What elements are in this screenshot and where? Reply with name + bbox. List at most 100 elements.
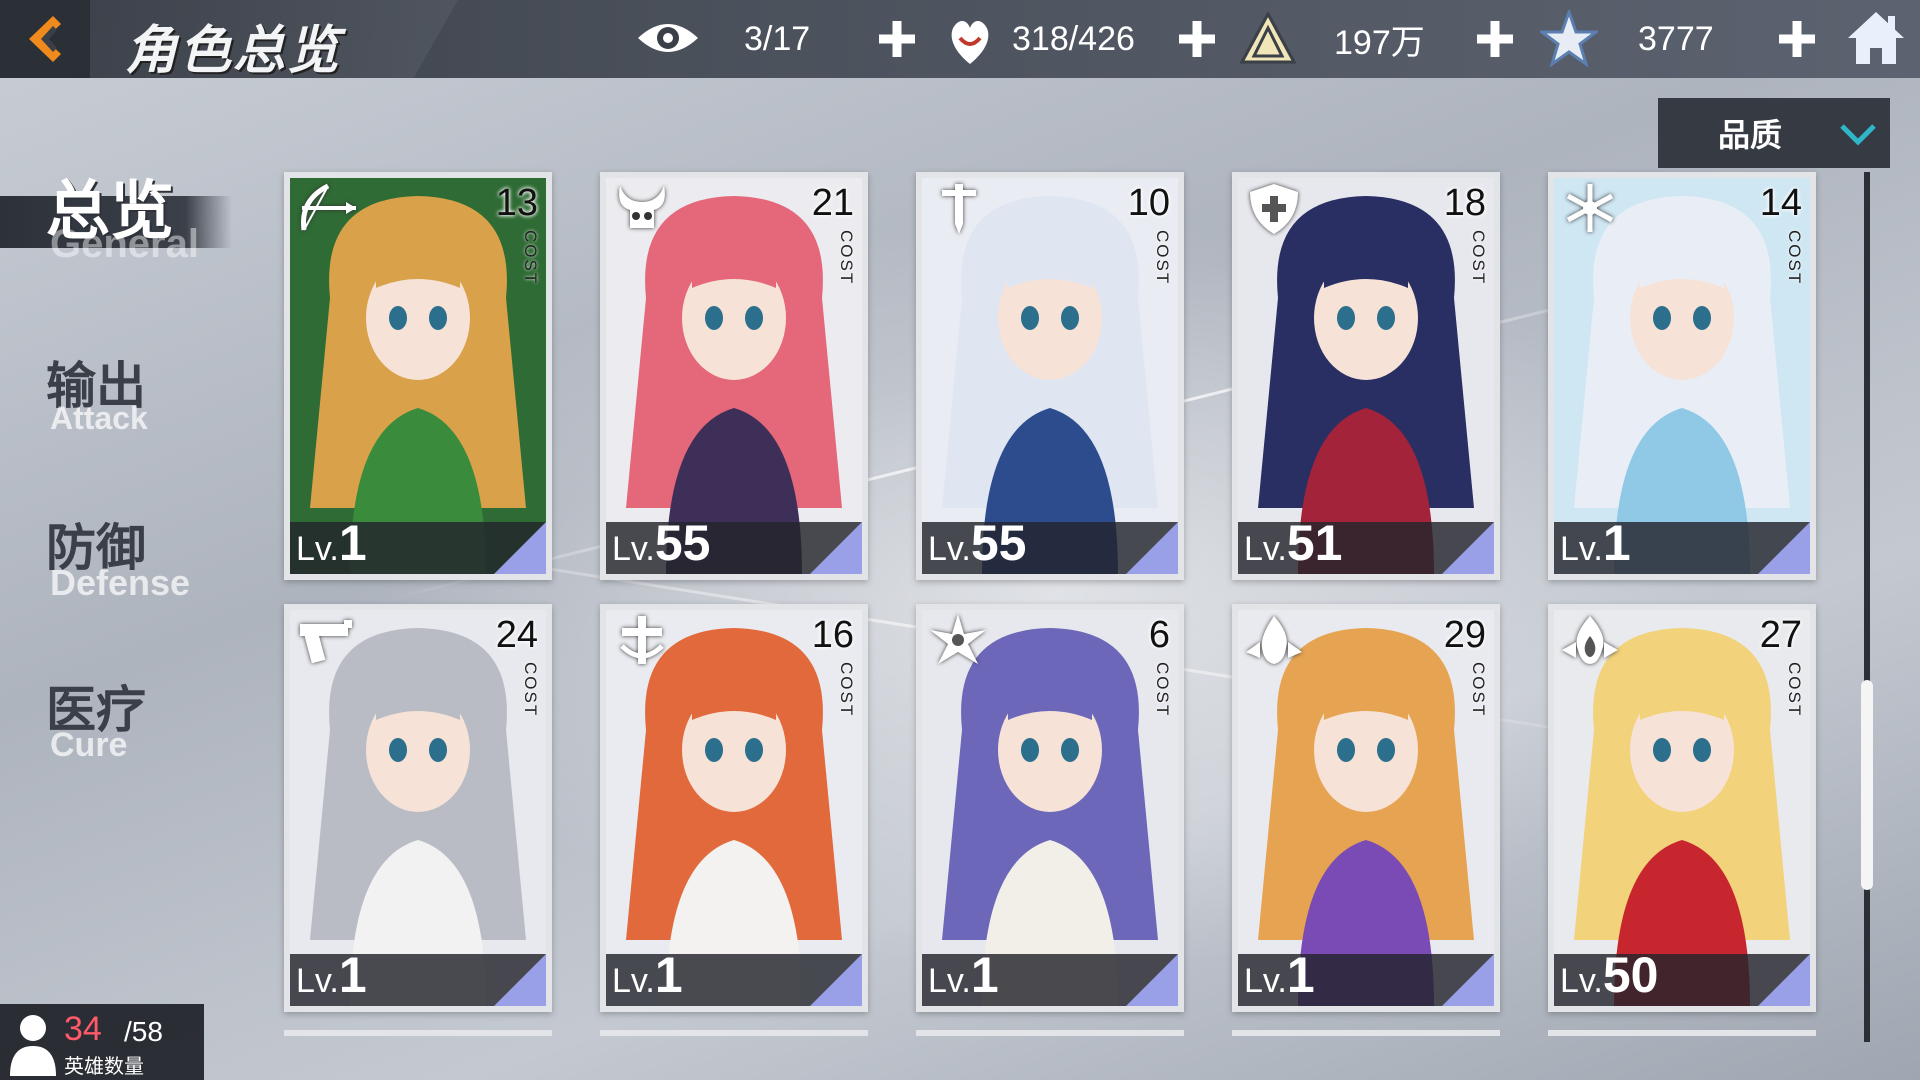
nav-item-attack[interactable]: 输出 Attack (0, 340, 200, 440)
card-rarity-corner (810, 954, 862, 1006)
add-gold-button[interactable] (1470, 14, 1520, 64)
character-card[interactable]: 29 COST Lv.1 (1232, 604, 1500, 1012)
card-level-prefix: Lv. (612, 530, 655, 568)
sort-dropdown-label: 品质 (1718, 116, 1783, 154)
character-card[interactable]: 10 COST Lv.55 (916, 172, 1184, 580)
card-cost-label: COST (1469, 230, 1488, 286)
nav-item-cure[interactable]: 医疗 Cure (0, 664, 200, 764)
card-level-value: 51 (1286, 515, 1343, 571)
back-button[interactable] (0, 0, 90, 78)
card-cost-value: 24 (495, 614, 538, 656)
scrollbar-track[interactable] (1864, 172, 1870, 1042)
card-level-value: 55 (970, 515, 1027, 571)
card-cost-label: COST (1153, 662, 1172, 718)
page-title: 角色总览 (125, 20, 342, 81)
home-icon[interactable] (1846, 8, 1906, 68)
snowflake-icon (1566, 184, 1614, 232)
card-rarity-corner (1758, 522, 1810, 574)
card-rarity-corner (810, 522, 862, 574)
card-cost-value: 13 (495, 182, 538, 224)
card-cost-value: 16 (811, 614, 854, 656)
card-level: Lv.51 (1244, 514, 1342, 572)
card-level-value: 1 (338, 515, 367, 571)
card-level-prefix: Lv. (1244, 530, 1287, 568)
card-level-prefix: Lv. (1244, 962, 1287, 1000)
gold-value: 197万 (1334, 23, 1425, 62)
card-level: Lv.55 (928, 514, 1026, 572)
card-level-value: 1 (970, 947, 999, 1003)
chevron-down-icon (1840, 124, 1876, 146)
nav-item-sublabel: Cure (50, 726, 128, 764)
vision-value: 3/17 (744, 19, 811, 58)
card-level-prefix: Lv. (1560, 530, 1603, 568)
card-cost-value: 21 (811, 182, 854, 224)
card-rarity-corner (1126, 954, 1178, 1006)
sort-dropdown[interactable]: 品质 (1658, 98, 1890, 168)
card-level-value: 1 (338, 947, 367, 1003)
card-cost-label: COST (1785, 230, 1804, 286)
shuriken-icon (930, 614, 986, 664)
add-gems-button[interactable] (1772, 14, 1822, 64)
character-card[interactable]: 6 COST Lv.1 (916, 604, 1184, 1012)
card-cost-label: COST (1153, 230, 1172, 286)
card-rarity-corner (1442, 954, 1494, 1006)
character-card[interactable]: 14 COST Lv.1 (1548, 172, 1816, 580)
fire-icon (1562, 616, 1618, 664)
nav-item-general[interactable]: 总览 General (0, 150, 240, 270)
card-level: Lv.55 (612, 514, 710, 572)
card-rarity-corner (1126, 522, 1178, 574)
cross-icon (620, 616, 664, 664)
card-cost-label: COST (1469, 662, 1488, 718)
person-icon (10, 1015, 56, 1076)
back-arrow-icon (29, 16, 61, 62)
character-card[interactable]: 24 COST Lv.1 (284, 604, 552, 1012)
card-cost-value: 27 (1759, 614, 1802, 656)
card-level: Lv.1 (928, 946, 999, 1004)
character-card[interactable]: 27 COST Lv.50 (1548, 604, 1816, 1012)
card-rarity-corner (1758, 954, 1810, 1006)
card-cost-value: 10 (1127, 182, 1170, 224)
hero-total-count: /58 (124, 1016, 163, 1047)
card-level: Lv.50 (1560, 946, 1658, 1004)
add-stamina-button[interactable] (1172, 14, 1222, 64)
triangle-crystal-icon (1240, 12, 1296, 64)
card-rarity-corner (494, 522, 546, 574)
card-cost-label: COST (837, 230, 856, 286)
next-row-hint (284, 1030, 1816, 1044)
shield-icon (1250, 184, 1298, 234)
demon-skull-icon (619, 186, 665, 228)
character-card[interactable]: 18 COST Lv.51 (1232, 172, 1500, 580)
flame-icon (1246, 616, 1302, 664)
add-vision-button[interactable] (872, 14, 922, 64)
card-cost-value: 29 (1443, 614, 1486, 656)
card-level-prefix: Lv. (296, 530, 339, 568)
scrollbar-thumb[interactable] (1861, 680, 1873, 890)
stamina-value: 318/426 (1012, 19, 1135, 58)
character-card[interactable]: 16 COST Lv.1 (600, 604, 868, 1012)
card-level-prefix: Lv. (612, 962, 655, 1000)
card-cost-value: 14 (1759, 182, 1802, 224)
card-level-prefix: Lv. (296, 962, 339, 1000)
character-card[interactable]: 13 COST Lv.1 (284, 172, 552, 580)
card-cost-label: COST (521, 230, 540, 286)
card-cost-label: COST (837, 662, 856, 718)
card-cost-label: COST (1785, 662, 1804, 718)
star-crystal-icon (1540, 10, 1598, 68)
hero-count-panel: 34 /58 英雄数量 (0, 1004, 204, 1080)
heart-hand-icon (951, 21, 989, 64)
card-level-prefix: Lv. (1560, 962, 1603, 1000)
card-level: Lv.1 (1560, 514, 1631, 572)
card-cost-label: COST (521, 662, 540, 718)
card-level: Lv.1 (296, 514, 367, 572)
gun-icon (300, 620, 352, 664)
hero-count-label: 英雄数量 (64, 1054, 144, 1078)
character-card[interactable]: 21 COST Lv.55 (600, 172, 868, 580)
nav-item-sublabel: General (50, 222, 199, 266)
card-level-value: 55 (654, 515, 711, 571)
card-level-value: 1 (1602, 515, 1631, 571)
card-level: Lv.1 (296, 946, 367, 1004)
sword-icon (942, 184, 976, 234)
card-level-value: 1 (1286, 947, 1315, 1003)
card-rarity-corner (494, 954, 546, 1006)
nav-item-defense[interactable]: 防御 Defense (0, 502, 220, 603)
